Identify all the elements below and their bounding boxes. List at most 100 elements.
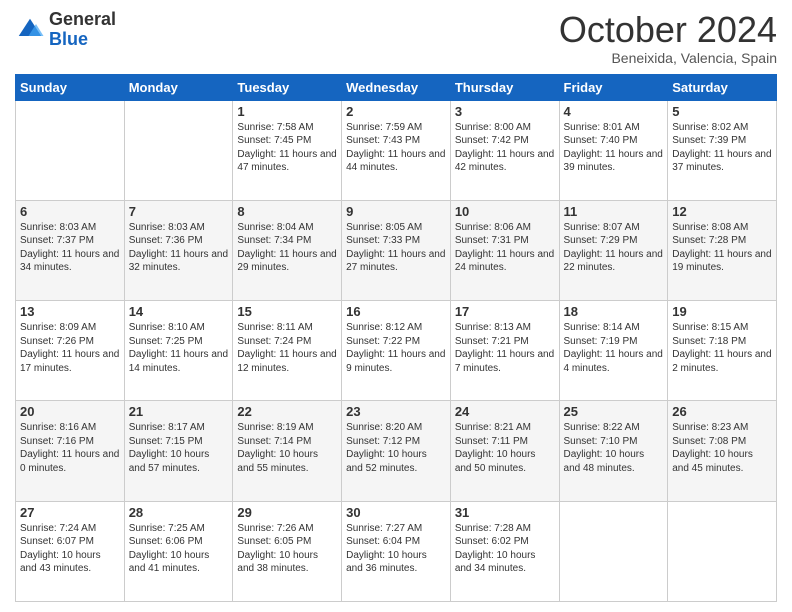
calendar-cell: 29 Sunrise: 7:26 AM Sunset: 6:05 PM Dayli… (233, 501, 342, 601)
calendar-cell: 28 Sunrise: 7:25 AM Sunset: 6:06 PM Dayli… (124, 501, 233, 601)
calendar-cell: 11Sunrise: 8:07 AM Sunset: 7:29 PM Dayli… (559, 200, 668, 300)
day-header-monday: Monday (124, 74, 233, 100)
day-number: 7 (129, 204, 229, 219)
day-number: 27 (20, 505, 120, 520)
calendar-cell: 12Sunrise: 8:08 AM Sunset: 7:28 PM Dayli… (668, 200, 777, 300)
day-number: 5 (672, 104, 772, 119)
calendar-cell: 19 Sunrise: 8:15 AM Sunset: 7:18 PM Dayli… (668, 301, 777, 401)
calendar-cell: 21Sunrise: 8:17 AM Sunset: 7:15 PM Dayli… (124, 401, 233, 501)
logo-line2: Blue (49, 30, 116, 50)
day-number: 28 (129, 505, 229, 520)
cell-content: Sunrise: 8:23 AM Sunset: 7:08 PM Dayligh… (672, 421, 772, 475)
calendar-cell: 18 Sunrise: 8:14 AM Sunset: 7:19 PM Dayli… (559, 301, 668, 401)
calendar-cell: 30 Sunrise: 7:27 AM Sunset: 6:04 PM Dayli… (342, 501, 451, 601)
day-number: 12 (672, 204, 772, 219)
day-number: 22 (237, 404, 337, 419)
title-block: October 2024 Beneixida, Valencia, Spain (559, 10, 777, 66)
cell-content: Sunrise: 8:14 AM Sunset: 7:19 PM Dayligh… (564, 321, 664, 375)
cell-content: Sunrise: 8:20 AM Sunset: 7:12 PM Dayligh… (346, 421, 446, 475)
calendar-cell: 24 Sunrise: 8:21 AM Sunset: 7:11 PM Dayli… (450, 401, 559, 501)
cell-content: Sunrise: 8:11 AM Sunset: 7:24 PM Dayligh… (237, 321, 337, 375)
cell-content: Sunrise: 8:01 AM Sunset: 7:40 PM Dayligh… (564, 121, 664, 175)
day-number: 26 (672, 404, 772, 419)
cell-content: Sunrise: 8:10 AM Sunset: 7:25 PM Dayligh… (129, 321, 229, 375)
calendar-cell: 2 Sunrise: 7:59 AM Sunset: 7:43 PM Daylig… (342, 100, 451, 200)
cell-content: Sunrise: 7:25 AM Sunset: 6:06 PM Dayligh… (129, 522, 229, 576)
day-number: 9 (346, 204, 446, 219)
day-number: 24 (455, 404, 555, 419)
day-number: 14 (129, 304, 229, 319)
calendar-cell: 27 Sunrise: 7:24 AM Sunset: 6:07 PM Dayli… (16, 501, 125, 601)
cell-content: Sunrise: 7:28 AM Sunset: 6:02 PM Dayligh… (455, 522, 555, 576)
cell-content: Sunrise: 8:15 AM Sunset: 7:18 PM Dayligh… (672, 321, 772, 375)
day-number: 17 (455, 304, 555, 319)
day-header-sunday: Sunday (16, 74, 125, 100)
day-number: 1 (237, 104, 337, 119)
cell-content: Sunrise: 8:12 AM Sunset: 7:22 PM Dayligh… (346, 321, 446, 375)
cell-content: Sunrise: 8:03 AM Sunset: 7:37 PM Dayligh… (20, 221, 120, 275)
day-number: 15 (237, 304, 337, 319)
cell-content: Sunrise: 7:24 AM Sunset: 6:07 PM Dayligh… (20, 522, 120, 576)
logo-line1: General (49, 10, 116, 30)
cell-content: Sunrise: 8:19 AM Sunset: 7:14 PM Dayligh… (237, 421, 337, 475)
day-number: 3 (455, 104, 555, 119)
calendar-table: SundayMondayTuesdayWednesdayThursdayFrid… (15, 74, 777, 602)
day-number: 11 (564, 204, 664, 219)
calendar-cell: 10 Sunrise: 8:06 AM Sunset: 7:31 PM Dayli… (450, 200, 559, 300)
calendar-cell: 1 Sunrise: 7:58 AM Sunset: 7:45 PM Daylig… (233, 100, 342, 200)
cell-content: Sunrise: 8:00 AM Sunset: 7:42 PM Dayligh… (455, 121, 555, 175)
calendar-cell: 16 Sunrise: 8:12 AM Sunset: 7:22 PM Dayli… (342, 301, 451, 401)
day-header-thursday: Thursday (450, 74, 559, 100)
cell-content: Sunrise: 8:05 AM Sunset: 7:33 PM Dayligh… (346, 221, 446, 275)
calendar-cell: 13 Sunrise: 8:09 AM Sunset: 7:26 PM Dayli… (16, 301, 125, 401)
day-number: 18 (564, 304, 664, 319)
day-number: 6 (20, 204, 120, 219)
cell-content: Sunrise: 8:22 AM Sunset: 7:10 PM Dayligh… (564, 421, 664, 475)
calendar-week-2: 6 Sunrise: 8:03 AM Sunset: 7:37 PM Daylig… (16, 200, 777, 300)
calendar-week-5: 27 Sunrise: 7:24 AM Sunset: 6:07 PM Dayli… (16, 501, 777, 601)
day-number: 30 (346, 505, 446, 520)
cell-content: Sunrise: 7:59 AM Sunset: 7:43 PM Dayligh… (346, 121, 446, 175)
cell-content: Sunrise: 8:09 AM Sunset: 7:26 PM Dayligh… (20, 321, 120, 375)
day-number: 2 (346, 104, 446, 119)
cell-content: Sunrise: 8:21 AM Sunset: 7:11 PM Dayligh… (455, 421, 555, 475)
day-number: 25 (564, 404, 664, 419)
calendar-cell: 8 Sunrise: 8:04 AM Sunset: 7:34 PM Daylig… (233, 200, 342, 300)
day-number: 8 (237, 204, 337, 219)
day-number: 20 (20, 404, 120, 419)
day-number: 19 (672, 304, 772, 319)
day-number: 4 (564, 104, 664, 119)
calendar-week-4: 20 Sunrise: 8:16 AM Sunset: 7:16 PM Dayli… (16, 401, 777, 501)
day-number: 10 (455, 204, 555, 219)
day-number: 21 (129, 404, 229, 419)
day-header-wednesday: Wednesday (342, 74, 451, 100)
cell-content: Sunrise: 8:16 AM Sunset: 7:16 PM Dayligh… (20, 421, 120, 475)
cell-content: Sunrise: 8:03 AM Sunset: 7:36 PM Dayligh… (129, 221, 229, 275)
calendar-cell: 5Sunrise: 8:02 AM Sunset: 7:39 PM Daylig… (668, 100, 777, 200)
calendar-week-1: 1 Sunrise: 7:58 AM Sunset: 7:45 PM Daylig… (16, 100, 777, 200)
calendar-cell (124, 100, 233, 200)
header: General Blue October 2024 Beneixida, Val… (15, 10, 777, 66)
calendar-cell: 22 Sunrise: 8:19 AM Sunset: 7:14 PM Dayli… (233, 401, 342, 501)
cell-content: Sunrise: 8:06 AM Sunset: 7:31 PM Dayligh… (455, 221, 555, 275)
calendar-cell: 9 Sunrise: 8:05 AM Sunset: 7:33 PM Daylig… (342, 200, 451, 300)
calendar-cell: 23 Sunrise: 8:20 AM Sunset: 7:12 PM Dayli… (342, 401, 451, 501)
cell-content: Sunrise: 7:27 AM Sunset: 6:04 PM Dayligh… (346, 522, 446, 576)
logo-icon (15, 15, 45, 45)
day-header-saturday: Saturday (668, 74, 777, 100)
logo-text: General Blue (49, 10, 116, 50)
cell-content: Sunrise: 7:58 AM Sunset: 7:45 PM Dayligh… (237, 121, 337, 175)
cell-content: Sunrise: 8:04 AM Sunset: 7:34 PM Dayligh… (237, 221, 337, 275)
day-number: 31 (455, 505, 555, 520)
month-title: October 2024 (559, 10, 777, 50)
calendar-cell: 25 Sunrise: 8:22 AM Sunset: 7:10 PM Dayli… (559, 401, 668, 501)
calendar-week-3: 13 Sunrise: 8:09 AM Sunset: 7:26 PM Dayli… (16, 301, 777, 401)
day-number: 29 (237, 505, 337, 520)
calendar-cell: 15 Sunrise: 8:11 AM Sunset: 7:24 PM Dayli… (233, 301, 342, 401)
calendar-cell (559, 501, 668, 601)
day-number: 16 (346, 304, 446, 319)
calendar-cell: 26 Sunrise: 8:23 AM Sunset: 7:08 PM Dayli… (668, 401, 777, 501)
cell-content: Sunrise: 7:26 AM Sunset: 6:05 PM Dayligh… (237, 522, 337, 576)
day-number: 23 (346, 404, 446, 419)
day-number: 13 (20, 304, 120, 319)
